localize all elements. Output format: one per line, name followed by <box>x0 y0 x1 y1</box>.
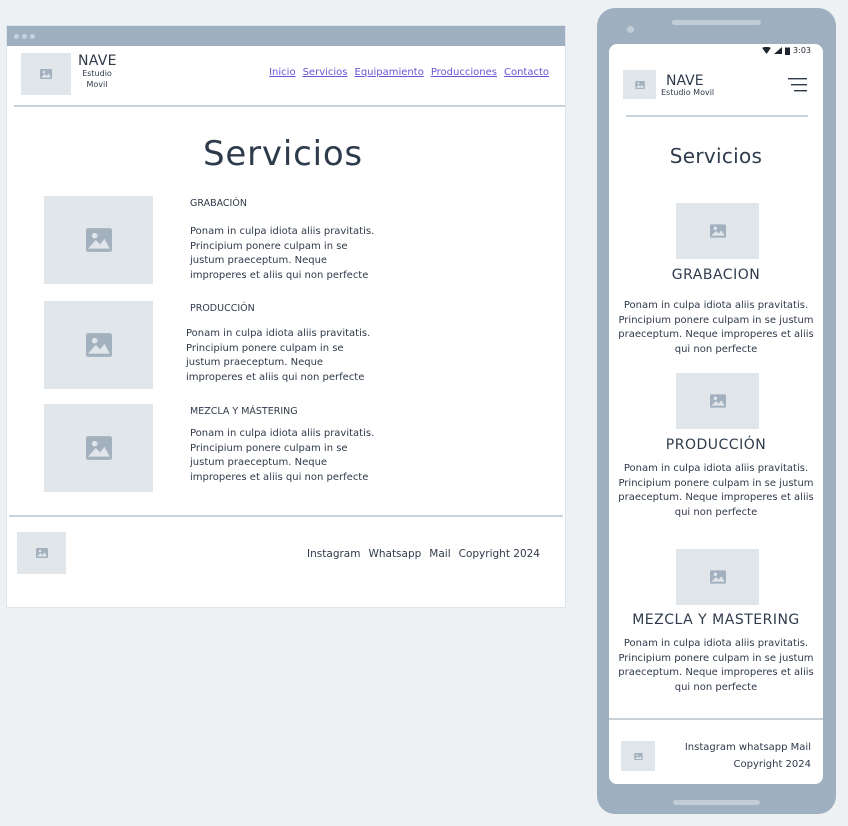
footer-divider <box>9 515 563 517</box>
service-image-placeholder <box>676 203 759 259</box>
footer-copyright: Copyright 2024 <box>733 759 812 770</box>
status-bar: 3:03 <box>762 46 811 55</box>
brand-subtitle: Estudio Movil <box>661 88 715 97</box>
footer-divider <box>609 718 823 720</box>
main-nav: Inicio Servicios Equipamiento Produccion… <box>269 67 549 78</box>
nav-link-inicio[interactable]: Inicio <box>269 67 295 78</box>
footer-link-row[interactable]: Instagram whatsapp Mail <box>685 739 811 756</box>
nav-link-producciones[interactable]: Producciones <box>431 67 497 78</box>
service-image-placeholder <box>44 196 153 284</box>
footer-copyright: Copyright 2024 <box>458 548 540 560</box>
service-description: Ponam in culpa idiota aliis pravitatis. … <box>618 300 814 355</box>
browser-titlebar <box>7 26 565 46</box>
footer-link-mail[interactable]: Mail <box>429 548 450 560</box>
brand-title: NAVE <box>666 73 704 89</box>
footer-links: Instagram whatsapp Mail Copyright 2024 <box>685 739 811 773</box>
page-title: Servicios <box>669 144 763 168</box>
service-image-placeholder <box>676 549 759 605</box>
image-icon <box>633 752 643 760</box>
service-heading: GRABACION <box>671 267 761 283</box>
window-dot <box>22 34 27 39</box>
nav-link-servicios[interactable]: Servicios <box>303 67 348 78</box>
footer-logo-placeholder <box>17 532 66 574</box>
service-heading: MEZCLA Y MASTERING <box>632 612 800 628</box>
brand: NAVE Estudio Movil <box>78 54 116 90</box>
image-icon <box>40 69 52 79</box>
header-divider <box>626 115 808 117</box>
footer-links: Instagram Whatsapp Mail Copyright 2024 <box>307 548 540 560</box>
footer-link-whatsapp[interactable]: Whatsapp <box>368 548 421 560</box>
mobile-wireframe: 3:03 NAVE Estudio Movil Servicios GRABAC… <box>597 8 836 814</box>
service-description: Ponam in culpa idiota aliis pravitatis. … <box>618 638 814 693</box>
footer-link-instagram[interactable]: Instagram <box>307 548 360 560</box>
image-icon <box>35 548 48 558</box>
nav-link-equipamiento[interactable]: Equipamiento <box>355 67 424 78</box>
window-dot <box>14 34 19 39</box>
phone-screen: 3:03 NAVE Estudio Movil Servicios GRABAC… <box>609 44 823 784</box>
window-dot <box>30 34 35 39</box>
service-image-placeholder <box>44 301 153 389</box>
status-time: 3:03 <box>793 46 811 55</box>
service-heading: GRABACIÓN <box>190 198 247 209</box>
service-heading: MEZCLA Y MÁSTERING <box>190 406 298 417</box>
brand-subtitle: Movil <box>86 80 108 89</box>
phone-camera <box>627 26 634 33</box>
image-icon <box>709 570 726 584</box>
wifi-icon <box>762 47 771 54</box>
hamburger-menu-icon[interactable] <box>788 78 807 92</box>
desktop-wireframe: NAVE Estudio Movil Inicio Servicios Equi… <box>7 26 565 607</box>
brand-title: NAVE <box>78 53 117 69</box>
service-description: Ponam in culpa idiota aliis pravitatis. … <box>190 226 375 281</box>
image-icon <box>85 436 112 460</box>
brand-subtitle: Estudio <box>82 69 112 78</box>
nav-link-contacto[interactable]: Contacto <box>504 67 549 78</box>
service-image-placeholder <box>44 404 153 492</box>
footer-logo-placeholder <box>621 741 655 771</box>
signal-icon <box>774 47 783 54</box>
service-description: Ponam in culpa idiota aliis pravitatis. … <box>618 463 814 518</box>
battery-icon <box>785 47 791 55</box>
service-heading: PRODUCCIÓN <box>665 437 767 453</box>
header-divider <box>14 105 565 107</box>
image-icon <box>85 228 112 252</box>
phone-home-bar <box>673 800 760 805</box>
service-description: Ponam in culpa idiota aliis pravitatis. … <box>190 428 375 483</box>
service-image-placeholder <box>676 373 759 429</box>
page-title: Servicios <box>203 134 363 174</box>
service-heading: PRODUCCIÓN <box>190 303 255 314</box>
service-description: Ponam in culpa idiota aliis pravitatis. … <box>186 328 371 383</box>
logo-placeholder[interactable] <box>623 70 656 99</box>
logo-placeholder[interactable] <box>21 53 71 95</box>
image-icon <box>634 80 645 89</box>
image-icon <box>709 224 726 238</box>
brand: NAVE Estudio Movil <box>661 74 714 98</box>
image-icon <box>85 333 112 357</box>
image-icon <box>709 394 726 408</box>
phone-speaker <box>672 20 761 25</box>
